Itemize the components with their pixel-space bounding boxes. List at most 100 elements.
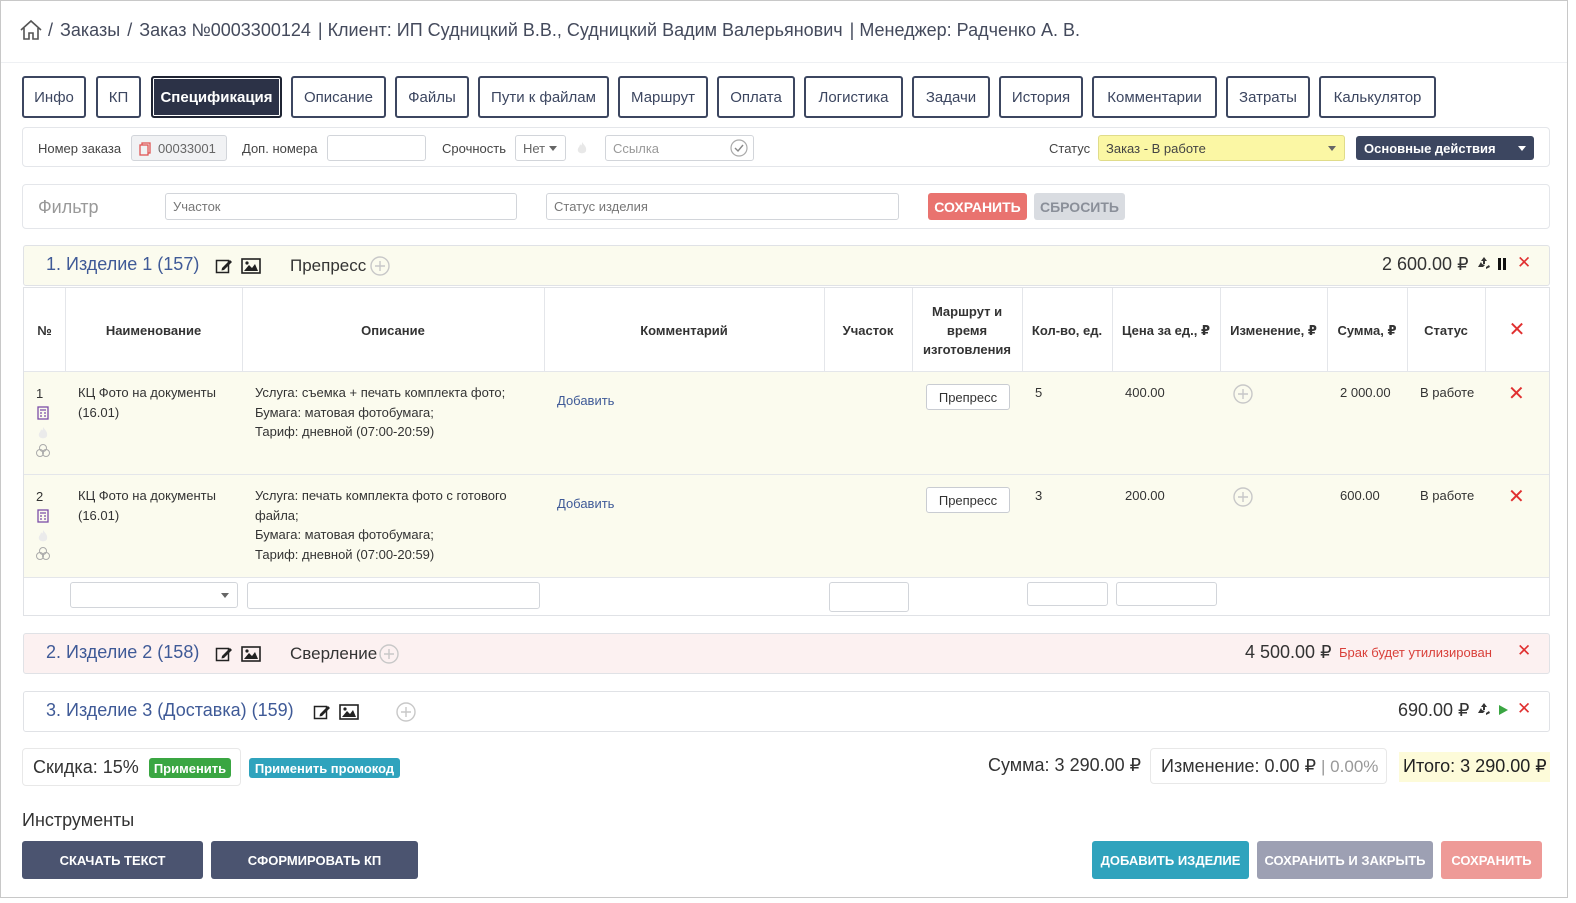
play-icon[interactable]: [1498, 704, 1509, 716]
new-item-description-input[interactable]: [247, 582, 540, 609]
calculator-icon[interactable]: [37, 406, 49, 420]
breadcrumb-client: | Клиент: ИП Судницкий В.В., Судницкий В…: [317, 19, 843, 40]
tab-tasks[interactable]: Задачи: [912, 76, 990, 118]
calculator-icon[interactable]: [37, 509, 49, 523]
filter-reset-button[interactable]: СБРОСИТЬ: [1034, 193, 1125, 220]
new-item-price-input[interactable]: [1116, 582, 1217, 606]
tab-info[interactable]: Инфо: [22, 76, 86, 118]
sum-total: Сумма: 3 290.00 ₽: [988, 755, 1142, 775]
page-header: / Заказы / Заказ №0003300124 | Клиент: И…: [1, 1, 1567, 63]
row-price[interactable]: 400.00: [1125, 383, 1165, 403]
breadcrumb-sep: /: [127, 19, 133, 40]
route-stage-input[interactable]: Препресс: [926, 384, 1010, 410]
main-actions-label: Основные действия: [1364, 140, 1496, 156]
new-item-name-select[interactable]: [70, 582, 238, 608]
route-stage-input[interactable]: Препресс: [926, 487, 1010, 513]
product-3-title[interactable]: 3. Изделие 3 (Доставка) (159): [46, 700, 294, 721]
coins-icon[interactable]: [35, 444, 51, 457]
new-item-qty-input[interactable]: [1027, 582, 1108, 606]
edit-icon[interactable]: [215, 645, 233, 663]
tab-specification[interactable]: Спецификация: [151, 76, 282, 118]
tab-comments[interactable]: Комментарии: [1092, 76, 1217, 118]
image-icon[interactable]: [339, 704, 359, 720]
fire-icon[interactable]: [37, 426, 49, 440]
delete-row-icon[interactable]: ✕: [1508, 381, 1525, 406]
row-name: КЦ Фото на документы (16.01): [78, 488, 216, 523]
delete-row-icon[interactable]: ✕: [1508, 484, 1525, 509]
delete-all-icon[interactable]: ✕: [1485, 288, 1549, 372]
apply-discount-button[interactable]: Применить: [149, 758, 231, 778]
tab-file-paths[interactable]: Пути к файлам: [478, 76, 609, 118]
tab-calculator[interactable]: Калькулятор: [1319, 76, 1436, 118]
change-percent: | 0.00%: [1321, 757, 1379, 776]
chevron-down-icon: [221, 593, 229, 598]
home-icon[interactable]: [19, 19, 43, 41]
order-number-field[interactable]: 00033001: [131, 135, 227, 161]
add-circle-icon[interactable]: [396, 702, 416, 722]
col-description-header: Описание: [361, 322, 425, 338]
add-comment-link[interactable]: Добавить: [557, 494, 614, 514]
product-1-sum: 2 600.00 ₽: [1382, 254, 1469, 274]
product-1-title[interactable]: 1. Изделие 1 (157): [46, 254, 199, 275]
row-qty[interactable]: 3: [1035, 486, 1042, 506]
col-name-header: Наименование: [105, 322, 202, 338]
row-status: В работе: [1420, 385, 1475, 400]
add-item-button[interactable]: ДОБАВИТЬ ИЗДЕЛИЕ: [1092, 841, 1249, 879]
fire-icon[interactable]: [37, 529, 49, 543]
add-circle-icon[interactable]: [370, 256, 390, 276]
chevron-down-icon: [1328, 146, 1336, 151]
tab-kp[interactable]: КП: [96, 76, 141, 118]
edit-icon[interactable]: [313, 703, 331, 721]
delete-product-1-icon[interactable]: ✕: [1517, 253, 1531, 273]
apply-promo-button[interactable]: Применить промокод: [249, 758, 400, 778]
save-and-close-button[interactable]: СОХРАНИТЬ И ЗАКРЫТЬ: [1257, 841, 1433, 879]
image-icon[interactable]: [241, 258, 261, 274]
row-qty[interactable]: 5: [1035, 383, 1042, 403]
urgency-select[interactable]: Нет: [515, 135, 566, 161]
add-circle-icon[interactable]: [1233, 487, 1253, 507]
recycle-icon[interactable]: [1477, 702, 1491, 716]
urgency-label: Срочность: [442, 141, 506, 156]
filter-save-button[interactable]: СОХРАНИТЬ: [928, 193, 1027, 220]
tab-description[interactable]: Описание: [291, 76, 386, 118]
download-text-button[interactable]: СКАЧАТЬ ТЕКСТ: [22, 841, 203, 879]
breadcrumb-orders-link[interactable]: Заказы: [60, 20, 120, 41]
add-comment-link[interactable]: Добавить: [557, 391, 614, 411]
check-circle-icon[interactable]: [730, 139, 748, 157]
chevron-down-icon: [549, 146, 557, 151]
row-num: 1: [36, 386, 44, 401]
item-status-filter-input[interactable]: Статус изделия: [546, 193, 899, 220]
tab-expenses[interactable]: Затраты: [1226, 76, 1310, 118]
row-price[interactable]: 200.00: [1125, 486, 1165, 506]
row-name: КЦ Фото на документы (16.01): [78, 385, 216, 420]
new-item-section-input[interactable]: [829, 582, 909, 612]
extra-numbers-input[interactable]: [327, 135, 426, 161]
save-button[interactable]: СОХРАНИТЬ: [1441, 841, 1542, 879]
edit-icon[interactable]: [215, 257, 233, 275]
image-icon[interactable]: [241, 646, 261, 662]
recycle-icon[interactable]: [1477, 256, 1491, 270]
order-number-value: 00033001: [158, 140, 216, 156]
section-filter-input[interactable]: Участок: [165, 193, 517, 220]
main-actions-dropdown[interactable]: Основные действия: [1356, 136, 1534, 160]
tab-logistics[interactable]: Логистика: [804, 76, 903, 118]
filter-title: Фильтр: [38, 197, 99, 217]
copy-icon[interactable]: [139, 142, 151, 156]
add-circle-icon[interactable]: [1233, 384, 1253, 404]
grand-total-box: Итого: 3 290.00 ₽: [1399, 752, 1550, 782]
pause-icon[interactable]: [1498, 258, 1501, 270]
make-kp-button[interactable]: СФОРМИРОВАТЬ КП: [211, 841, 418, 879]
tab-route[interactable]: Маршрут: [618, 76, 708, 118]
tab-history[interactable]: История: [999, 76, 1083, 118]
status-select[interactable]: Заказ - В работе: [1098, 135, 1345, 161]
add-circle-icon[interactable]: [379, 644, 399, 664]
product-2-title[interactable]: 2. Изделие 2 (158): [46, 642, 199, 663]
tab-payment[interactable]: Оплата: [717, 76, 795, 118]
urgency-value: Нет: [523, 140, 546, 156]
tab-files[interactable]: Файлы: [395, 76, 469, 118]
coins-icon[interactable]: [35, 547, 51, 560]
delete-product-3-icon[interactable]: ✕: [1517, 699, 1531, 719]
fire-icon[interactable]: [576, 141, 588, 155]
product-3-sum: 690.00 ₽: [1398, 700, 1470, 720]
delete-product-2-icon[interactable]: ✕: [1517, 641, 1531, 661]
